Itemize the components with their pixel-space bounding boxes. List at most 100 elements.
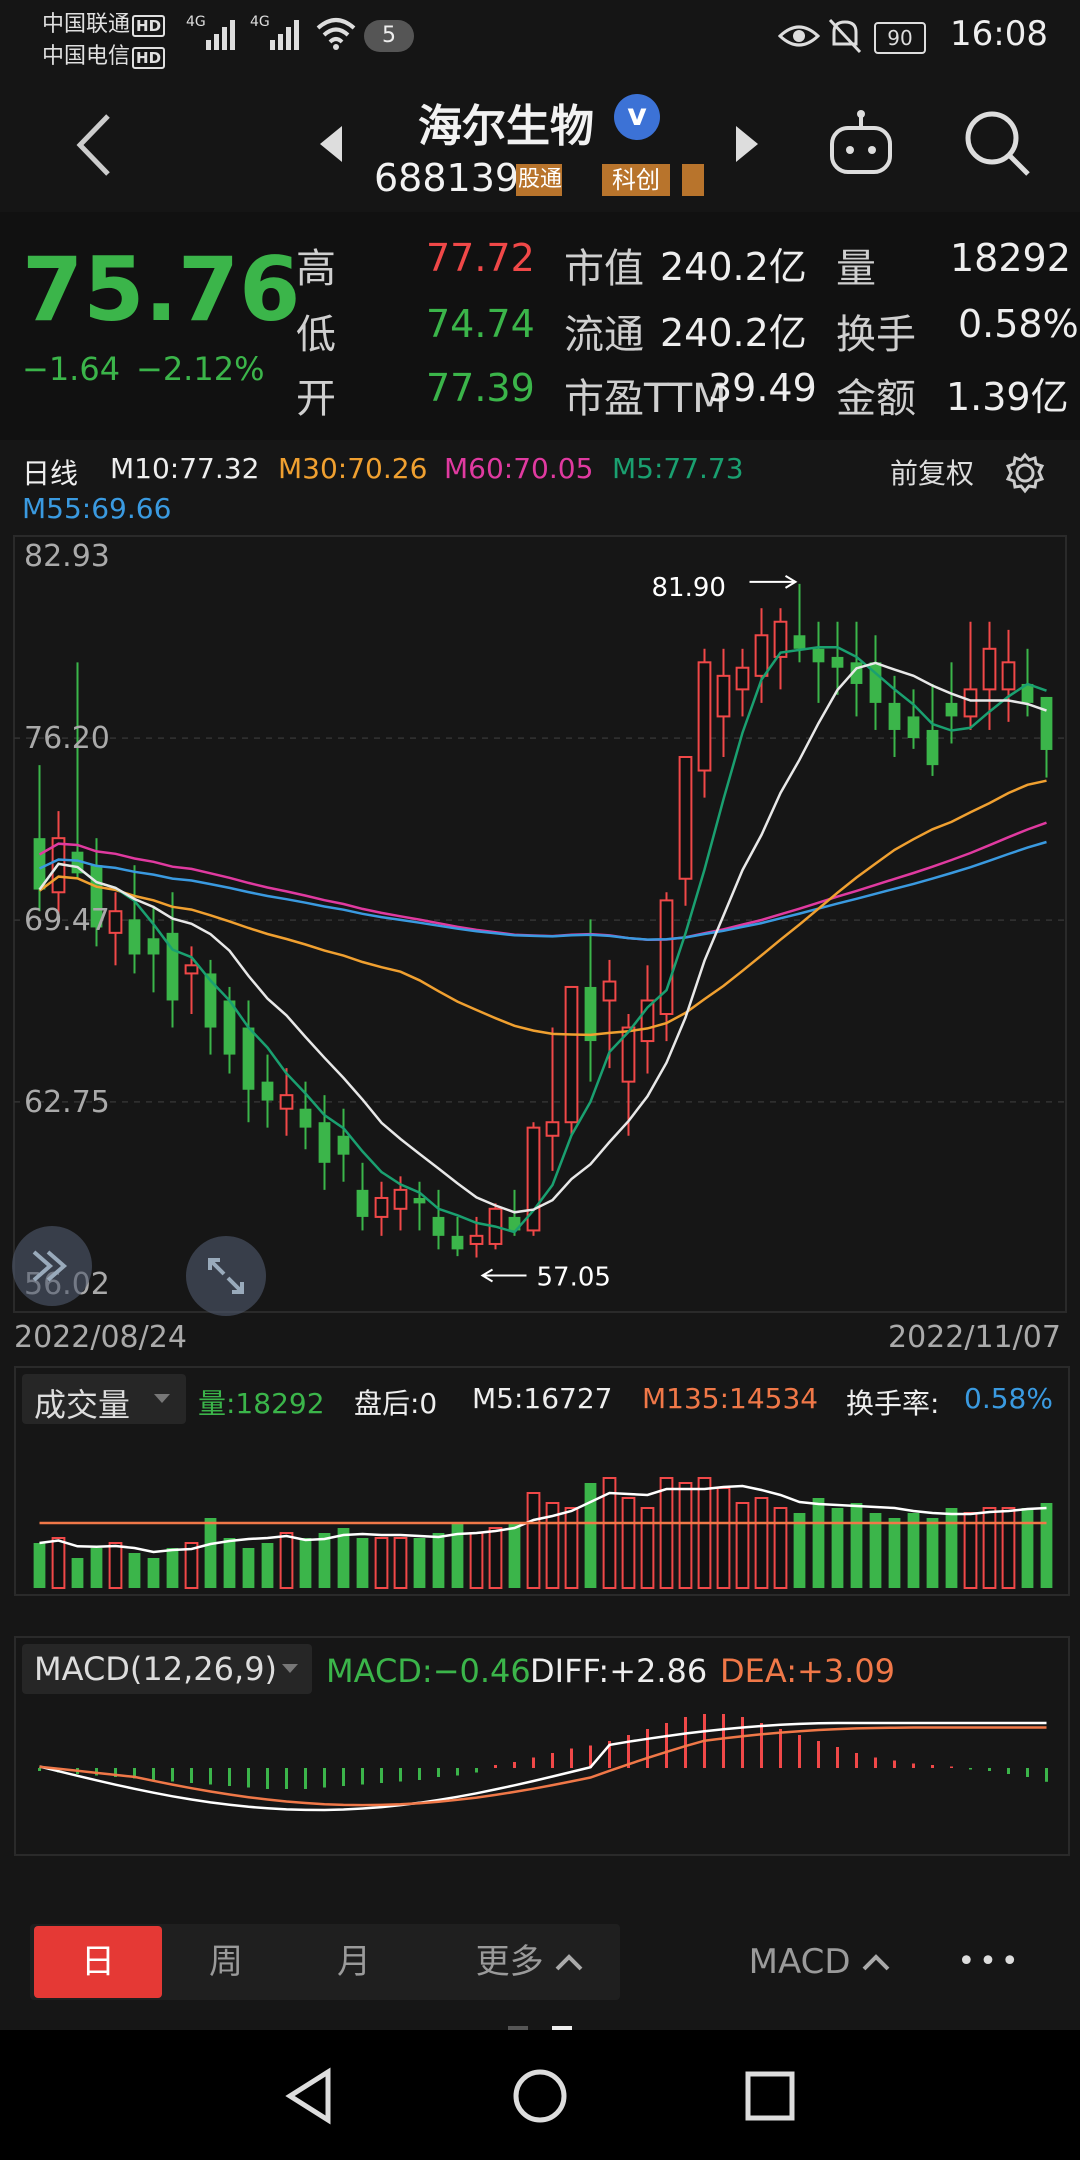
chevron-up-icon (555, 1954, 583, 1971)
candle-body (831, 656, 844, 668)
volume-bar (128, 1553, 141, 1588)
volume-bar (432, 1533, 445, 1588)
prev-stock-icon[interactable] (318, 124, 344, 164)
tag-star-market: 科创 (602, 164, 670, 196)
turnover-label: 换手 (836, 312, 916, 358)
date-start: 2022/08/24 (14, 1320, 187, 1355)
candle-body (659, 899, 674, 1016)
volume-bar (71, 1558, 84, 1588)
volume-legend: 量:18292 (198, 1387, 325, 1420)
candle-body (33, 838, 46, 890)
volume-bar (1040, 1503, 1053, 1588)
kline-chart[interactable]: 82.9376.2069.4762.7556.0281.9057.05 (0, 534, 1080, 1314)
stock-name: 海尔生物 (418, 101, 594, 152)
volume-bar (90, 1548, 103, 1588)
candle-body (697, 661, 712, 772)
pe-value: 39.49 (708, 366, 817, 410)
diff-legend: DIFF:+2.86 (530, 1652, 708, 1690)
volume-bar (393, 1537, 408, 1589)
pe-label: 市盈TTM (564, 376, 727, 422)
volume-bar (261, 1543, 274, 1588)
wifi-icon (316, 18, 356, 50)
home-circle-icon[interactable] (510, 2066, 570, 2126)
volume-bar (242, 1548, 255, 1588)
volume-selector[interactable]: 成交量 (22, 1374, 186, 1424)
candle-body (926, 729, 939, 766)
amount-label: 金额 (836, 376, 916, 422)
settings-gear-icon[interactable] (1004, 452, 1046, 494)
high-value: 77.72 (426, 236, 535, 280)
more-options-button[interactable]: ••• (940, 1926, 1040, 1998)
volume-label: 量 (836, 246, 876, 292)
low-marker-label: 57.05 (537, 1262, 611, 1292)
volume-bar (166, 1548, 179, 1588)
volume-bar (488, 1527, 503, 1589)
expand-icon (208, 1258, 244, 1294)
volume-bar (888, 1518, 901, 1588)
turnover-rate-label: 换手率: (846, 1387, 940, 1420)
candle-body (184, 964, 199, 975)
macd-chart[interactable] (0, 1702, 1080, 1850)
volume-bar (147, 1558, 160, 1588)
volume-bar (621, 1497, 636, 1589)
status-bar: 中国联通 HD 中国电信 HD 4G 4G 5 90 16:08 (0, 0, 1080, 72)
fullscreen-button[interactable] (186, 1236, 266, 1316)
open-value: 77.39 (426, 366, 535, 410)
volume-bar (108, 1542, 123, 1589)
volume-bar (716, 1487, 731, 1589)
candle-body (545, 1121, 560, 1137)
candle-body (299, 1108, 312, 1128)
date-end: 2022/11/07 (888, 1320, 1061, 1355)
low-label: 低 (296, 312, 336, 358)
high-marker-label: 81.90 (652, 573, 726, 603)
volume-bar (773, 1507, 788, 1589)
candle-body (261, 1081, 274, 1101)
candle-body (108, 910, 123, 934)
recents-square-icon[interactable] (740, 2066, 800, 2126)
volume-bar (508, 1523, 521, 1588)
candle-body (242, 1027, 255, 1090)
candle-body (888, 702, 901, 730)
vol-ma135-legend: M135:14534 (642, 1382, 819, 1415)
candle-body (128, 919, 141, 955)
volume-bar (356, 1538, 369, 1588)
collapse-panel-button[interactable] (12, 1226, 92, 1306)
mute-bell-icon (828, 18, 862, 54)
candle-body (678, 756, 693, 880)
double-chevron-icon (32, 1250, 68, 1282)
back-triangle-icon[interactable] (280, 2066, 340, 2126)
mktcap-label: 市值 (564, 246, 644, 292)
candle-body (584, 986, 597, 1042)
open-label: 开 (296, 376, 336, 422)
system-navigation-bar (0, 2030, 1080, 2160)
tab-month[interactable]: 月 (290, 1926, 418, 1998)
volume-bar (33, 1543, 46, 1588)
search-icon[interactable] (962, 108, 1032, 178)
candle-body (451, 1235, 464, 1250)
next-stock-icon[interactable] (734, 124, 760, 164)
volume-bar (374, 1537, 389, 1589)
indicator-selector[interactable]: MACD (730, 1926, 910, 1998)
y-tick-label: 76.20 (24, 721, 110, 756)
volume-bar (850, 1503, 863, 1588)
last-price: 75.76 (22, 238, 301, 341)
tab-week[interactable]: 周 (162, 1926, 290, 1998)
macd-legend: MACD:−0.46 (326, 1652, 531, 1690)
battery-indicator: 90 (874, 22, 926, 54)
volume-chart[interactable] (0, 1430, 1080, 1590)
tab-day[interactable]: 日 (34, 1926, 162, 1998)
adjust-selector[interactable]: 前复权 (890, 452, 974, 492)
float-label: 流通 (564, 312, 644, 358)
tag-stock-connect: 股通 (516, 164, 562, 196)
candle-body (147, 938, 160, 955)
back-arrow-icon[interactable] (72, 112, 116, 178)
tag-cut-off (682, 164, 704, 196)
tab-more[interactable]: 更多 (440, 1926, 620, 1998)
y-tick-label: 62.75 (24, 1085, 110, 1120)
robot-assistant-icon[interactable] (826, 108, 896, 178)
macd-selector[interactable]: MACD(12,26,9) (22, 1644, 312, 1694)
ma55-line (38, 840, 1047, 941)
volume-bar (223, 1538, 236, 1588)
candle-body (469, 1234, 484, 1245)
volume-bar (754, 1497, 769, 1589)
